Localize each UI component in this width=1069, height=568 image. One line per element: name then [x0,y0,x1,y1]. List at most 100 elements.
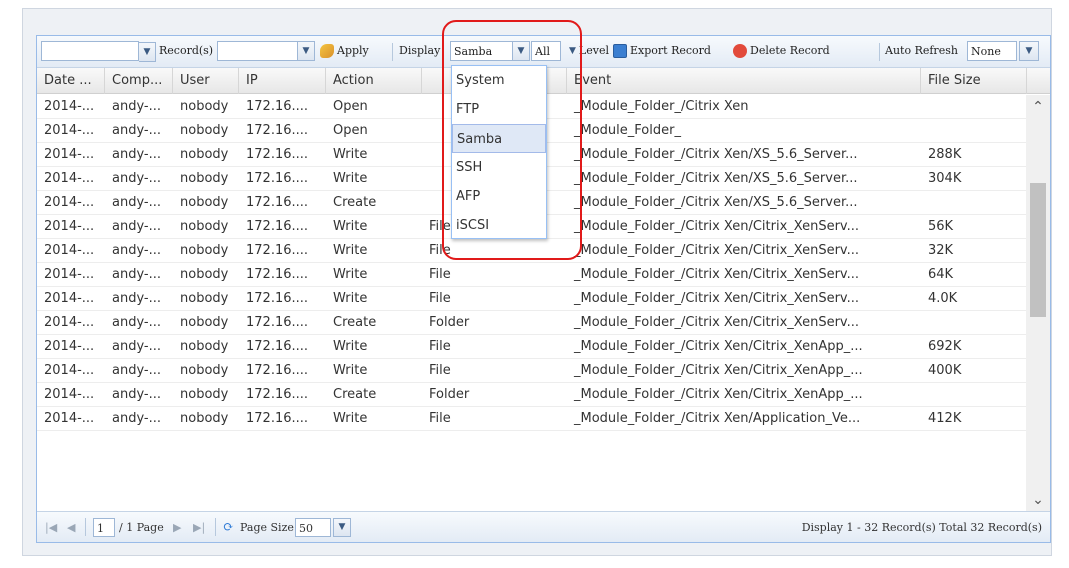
display-select[interactable]: Samba ▼ [450,41,530,61]
cell-action: Open [333,99,368,114]
cell-computer: andy-... [112,99,162,114]
cell-ip: 172.16.... [246,387,309,402]
apply-button[interactable]: Apply [320,41,369,61]
cell-type: File [429,339,451,354]
cell-ip: 172.16.... [246,147,309,162]
cell-ip: 172.16.... [246,99,309,114]
cell-user: nobody [180,171,229,186]
column-header-event[interactable]: Event [567,68,921,94]
next-page-icon[interactable]: ▶ [173,518,181,537]
export-record-button[interactable]: Export Record [613,41,711,61]
toolbar-separator [392,43,393,61]
chevron-down-icon[interactable]: ⌄ [1026,488,1050,512]
page-size-arrow[interactable]: ▼ [333,518,351,537]
cell-action: Write [333,243,368,258]
toolbar: ▼ Record(s) ▼ Apply Display Samba ▼ All … [37,36,1050,68]
cell-date: 2014-... [44,219,95,234]
cell-computer: andy-... [112,411,162,426]
records-dropdown-arrow[interactable]: ▼ [139,42,156,62]
cell-computer: andy-... [112,291,162,306]
cell-event: _Module_Folder_/Citrix Xen [574,99,749,114]
records-select[interactable] [41,41,139,61]
table-row[interactable]: 2014-... andy-... nobody 172.16.... Write Fil… [37,407,1027,431]
cell-date: 2014-... [44,387,95,402]
cell-action: Create [333,315,377,330]
column-header-user[interactable]: User [173,68,239,94]
cell-user: nobody [180,123,229,138]
auto-refresh-select[interactable]: None [967,41,1017,61]
cell-date: 2014-... [44,291,95,306]
vertical-scrollbar[interactable]: ⌃ ⌄ [1026,95,1050,512]
last-page-icon[interactable]: ▶| [193,518,205,537]
cell-computer: andy-... [112,195,162,210]
cell-event: _Module_Folder_/Citrix Xen/Citrix_XenSer… [574,219,860,234]
cell-file-size: 288K [928,147,962,162]
dropdown-option-afp[interactable]: AFP [452,182,546,211]
pager-separator [85,518,86,536]
cell-action: Write [333,267,368,282]
dropdown-option-samba[interactable]: Samba [452,124,546,153]
previous-page-icon[interactable]: ◀ [67,518,75,537]
refresh-icon[interactable]: ⟳ [223,518,234,537]
display-dropdown-list: System FTP Samba SSH AFP iSCSI [451,65,547,239]
table-row[interactable]: 2014-... andy-... nobody 172.16.... Write Fil… [37,239,1027,263]
cell-action: Write [333,147,368,162]
apply-icon [320,44,334,58]
page-number-input[interactable]: 1 [93,518,115,537]
chevron-up-icon[interactable]: ⌃ [1026,95,1050,119]
table-row[interactable]: 2014-... andy-... nobody 172.16.... Create Fo… [37,311,1027,335]
all-select[interactable]: All [531,41,561,61]
cell-computer: andy-... [112,267,162,282]
auto-refresh-arrow[interactable]: ▼ [1019,41,1039,61]
cell-date: 2014-... [44,411,95,426]
level-button[interactable]: ▼ Level [569,41,609,61]
delete-icon [733,44,747,58]
first-page-icon[interactable]: |◀ [45,518,57,537]
table-row[interactable]: 2014-... andy-... nobody 172.16.... Write Fil… [37,359,1027,383]
cell-ip: 172.16.... [246,219,309,234]
delete-record-button[interactable]: Delete Record [733,41,830,61]
cell-file-size [921,383,1027,407]
cell-user: nobody [180,291,229,306]
dropdown-option-ftp[interactable]: FTP [452,95,546,124]
cell-event: _Module_Folder_/Citrix Xen/Citrix_XenApp… [574,387,863,402]
display-select-value: Samba [454,44,493,58]
apply-label: Apply [337,44,369,57]
cell-type: Folder [429,315,470,330]
scrollbar-thumb[interactable] [1030,183,1046,317]
pager-separator [215,518,216,536]
column-header-file-size[interactable]: File Size [921,68,1027,94]
table-row[interactable]: 2014-... andy-... nobody 172.16.... Create Fo… [37,383,1027,407]
cell-type: File [429,291,451,306]
dropdown-option-system[interactable]: System [452,66,546,95]
cell-user: nobody [180,363,229,378]
page-total-label: / 1 Page [119,521,164,534]
table-row[interactable]: 2014-... andy-... nobody 172.16.... Write Fil… [37,287,1027,311]
table-row[interactable]: 2014-... andy-... nobody 172.16.... Write Fil… [37,335,1027,359]
cell-type: File [429,243,451,258]
cell-file-size [921,95,1027,119]
cell-action: Create [333,387,377,402]
records-select-arrow[interactable]: ▼ [139,41,156,62]
dropdown-option-iscsi[interactable]: iSCSI [452,211,546,240]
column-header-action[interactable]: Action [326,68,422,94]
column-header-computer[interactable]: Comp... [105,68,173,94]
page-size-label: Page Size [240,521,294,534]
cell-user: nobody [180,387,229,402]
cell-action: Write [333,219,368,234]
column-header-ip[interactable]: IP [239,68,326,94]
cell-file-size: 304K [928,171,962,186]
cell-event: _Module_Folder_/Citrix Xen/Citrix_XenSer… [574,315,860,330]
second-select[interactable]: ▼ [217,41,315,61]
page-size-select[interactable]: 50 [295,518,331,537]
cell-computer: andy-... [112,147,162,162]
auto-refresh-value: None [971,44,1001,58]
cell-computer: andy-... [112,219,162,234]
table-row[interactable]: 2014-... andy-... nobody 172.16.... Write Fil… [37,263,1027,287]
column-header-date[interactable]: Date ... [37,68,105,94]
chevron-down-icon: ▼ [569,46,576,56]
cell-file-size: 4.0K [928,291,958,306]
cell-action: Write [333,171,368,186]
dropdown-option-ssh[interactable]: SSH [452,153,546,182]
chevron-down-icon: ▼ [139,43,155,61]
